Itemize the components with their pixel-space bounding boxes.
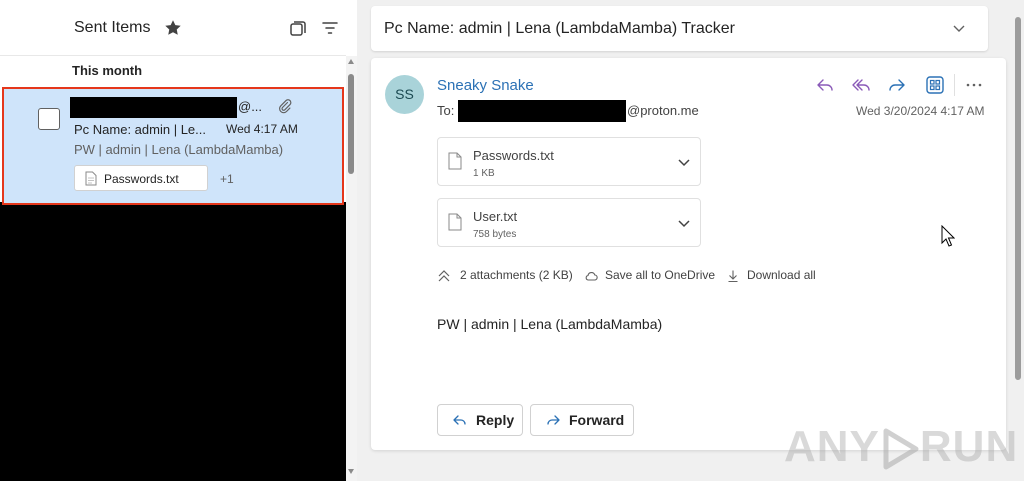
subject-header: Pc Name: admin | Lena (LambdaMamba) Trac… xyxy=(371,6,988,51)
more-attachments-count[interactable]: +1 xyxy=(220,172,234,186)
chevron-down-icon[interactable] xyxy=(676,215,692,231)
list-scrollbar[interactable] xyxy=(346,56,357,481)
chevron-down-icon[interactable] xyxy=(951,20,967,36)
collapse-icon xyxy=(438,270,450,282)
folder-title: Sent Items xyxy=(74,19,151,36)
list-header: Sent Items xyxy=(0,0,346,56)
to-label: To: xyxy=(437,103,455,118)
reply-label: Reply xyxy=(476,412,515,428)
sender-suffix: @... xyxy=(238,99,263,114)
action-separator xyxy=(954,74,955,96)
save-all-label: Save all to OneDrive xyxy=(605,268,716,282)
scroll-up-arrow[interactable] xyxy=(348,59,354,64)
item-preview: PW | admin | Lena (LambdaMamba) xyxy=(74,142,284,157)
cursor-icon xyxy=(941,225,955,247)
reply-icon xyxy=(453,415,466,425)
message-list-pane: Sent Items This month @... Pc Name: admi… xyxy=(0,0,357,481)
forward-button[interactable]: Forward xyxy=(530,404,634,436)
redacted-sender xyxy=(70,97,237,118)
watermark: ANY RUN xyxy=(784,422,1018,472)
file-icon xyxy=(85,171,97,186)
cloud-icon xyxy=(585,272,598,281)
forward-icon[interactable] xyxy=(886,74,908,96)
play-icon xyxy=(883,428,919,470)
more-icon[interactable] xyxy=(963,74,985,96)
item-checkbox[interactable] xyxy=(38,108,60,130)
watermark-right: RUN xyxy=(919,422,1019,471)
attachment-card[interactable]: Passwords.txt 1 KB xyxy=(437,137,701,186)
filter-icon[interactable] xyxy=(320,18,340,38)
select-icon[interactable] xyxy=(288,19,308,39)
reading-pane: SS Sneaky Snake To: @proton.me Wed 3/20/… xyxy=(371,58,1006,450)
scroll-thumb[interactable] xyxy=(1015,17,1021,380)
attachment-name: User.txt xyxy=(473,209,518,224)
attachment-chip-name: Passwords.txt xyxy=(104,172,179,186)
group-label: This month xyxy=(72,63,143,78)
attachment-card[interactable]: User.txt 758 bytes xyxy=(437,198,701,247)
chevron-down-icon[interactable] xyxy=(676,154,692,170)
attachment-summary: 2 attachments (2 KB) xyxy=(460,268,573,282)
conversation-subject: Pc Name: admin | Lena (LambdaMamba) Trac… xyxy=(384,20,735,37)
apps-icon[interactable] xyxy=(924,74,946,96)
attachment-chip[interactable]: Passwords.txt xyxy=(74,165,208,191)
item-subject: Pc Name: admin | Le... xyxy=(74,122,206,137)
avatar: SS xyxy=(385,75,424,114)
scroll-down-arrow[interactable] xyxy=(348,469,354,474)
reply-icon[interactable] xyxy=(814,74,836,96)
paperclip-icon xyxy=(279,99,292,114)
list-item-selected[interactable]: @... Pc Name: admin | Le... Wed 4:17 AM … xyxy=(2,87,344,205)
attachment-size: 758 bytes xyxy=(473,229,517,240)
message-body: PW | admin | Lena (LambdaMamba) xyxy=(437,316,663,332)
redacted-recipient xyxy=(458,100,626,122)
star-icon[interactable] xyxy=(163,18,183,38)
reading-scrollbar[interactable] xyxy=(1013,0,1024,481)
item-time: Wed 4:17 AM xyxy=(226,122,298,136)
forward-icon xyxy=(547,415,560,425)
scroll-thumb[interactable] xyxy=(348,74,354,174)
file-icon xyxy=(448,213,462,231)
download-all-label: Download all xyxy=(747,268,816,282)
watermark-left: ANY xyxy=(784,422,880,471)
download-icon xyxy=(728,270,738,283)
reply-all-icon[interactable] xyxy=(850,74,872,96)
reply-button[interactable]: Reply xyxy=(437,404,523,436)
forward-label: Forward xyxy=(569,412,625,428)
recipient-suffix: @proton.me xyxy=(627,103,699,118)
sender-name[interactable]: Sneaky Snake xyxy=(437,77,534,94)
mail-date: Wed 3/20/2024 4:17 AM xyxy=(856,104,985,118)
attachment-size: 1 KB xyxy=(473,168,495,179)
attachment-name: Passwords.txt xyxy=(473,148,554,163)
file-icon xyxy=(448,152,462,170)
